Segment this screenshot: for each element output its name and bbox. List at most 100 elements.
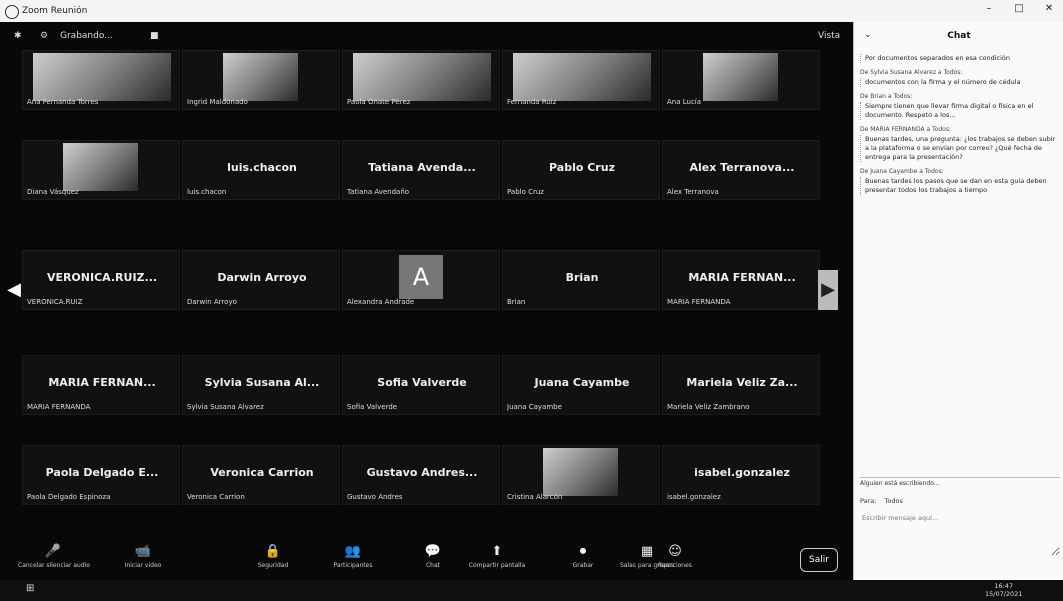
participant-tile[interactable]: luis.chacon luis.chacon xyxy=(182,140,340,200)
toolbar-icon: 👥 xyxy=(344,544,362,559)
participant-caption: luis.chacon xyxy=(187,188,227,196)
chat-panel: ⌄ Chat Por documentos separados en esa c… xyxy=(853,22,1063,580)
participant-caption: Paola Oñate Pérez xyxy=(347,98,411,106)
windows-start-icon[interactable]: ⊞ xyxy=(26,583,34,594)
chat-messages: Por documentos separados en esa condició… xyxy=(860,52,1056,201)
participant-tile[interactable]: Veronica Carrion Veronica Carrion xyxy=(182,445,340,505)
participant-tile[interactable]: Juana Cayambe Juana Cayambe xyxy=(502,355,660,415)
clock-time: 16:47 xyxy=(994,582,1014,590)
toolbar-label: Reacciones xyxy=(658,562,692,569)
participant-name: Gustavo Andres... xyxy=(366,466,478,479)
participant-caption: Pablo Cruz xyxy=(507,188,544,196)
chat-message-sender: De Sylvia Susana Alvarez a Todos: xyxy=(860,69,963,76)
chat-message: De Brian a Todos: Siempre tienen que llev… xyxy=(860,93,1056,120)
participant-tile[interactable]: Tatiana Avenda... Tatiana Avendaño xyxy=(342,140,500,200)
participant-name: Paola Delgado E... xyxy=(45,466,159,479)
recipient-select[interactable]: Todos xyxy=(885,497,903,505)
typing-indicator: Alguien está escribiendo... xyxy=(860,477,1060,487)
taskbar: ⊞ 16:47 15/07/2021 xyxy=(0,580,1063,601)
participant-name: MARIA FERNAN... xyxy=(688,271,796,284)
participant-caption: Diana Vásquez xyxy=(27,188,79,196)
recording-status: Grabando... xyxy=(60,31,113,41)
close-button[interactable]: ✕ xyxy=(1035,3,1063,19)
toolbar-icon: 🎤 xyxy=(44,544,62,559)
toolbar-icon: ⬆ xyxy=(491,544,503,559)
participant-tile[interactable]: A Alexandra Andrade xyxy=(342,250,500,310)
window-title: Zoom Reunión xyxy=(22,6,88,16)
gear-icon[interactable]: ⚙ xyxy=(40,31,48,41)
toolbar-button[interactable]: 💬 Chat xyxy=(398,542,468,578)
next-page-arrow-icon[interactable]: ▶ xyxy=(818,270,838,310)
participant-name: Veronica Carrion xyxy=(210,466,314,479)
participant-tile[interactable]: Alex Terranova... Alex Terranova xyxy=(662,140,820,200)
participant-name: Sofia Valverde xyxy=(377,376,467,389)
participant-tile[interactable]: Gustavo Andres... Gustavo Andres xyxy=(342,445,500,505)
chat-message-text: documentos con la firma y el número de c… xyxy=(860,78,1056,87)
minimize-button[interactable]: – xyxy=(975,3,1003,19)
view-button[interactable]: Vista xyxy=(818,31,840,41)
participant-tile[interactable]: MARIA FERNAN... MARIA FERNANDA xyxy=(22,355,180,415)
participant-video xyxy=(543,448,618,496)
participant-avatar: A xyxy=(399,255,443,299)
participant-tile[interactable]: MARIA FERNAN... MARIA FERNANDA xyxy=(662,250,820,310)
recipient-label: Para: xyxy=(860,497,877,505)
participant-tile[interactable]: isabel.gonzalez isabel.gonzalez xyxy=(662,445,820,505)
participant-tile[interactable]: Cristina Alarcón xyxy=(502,445,660,505)
zoom-logo-icon xyxy=(5,5,19,19)
participant-caption: Mariela Veliz Zambrano xyxy=(667,403,750,411)
participant-tile[interactable]: Pablo Cruz Pablo Cruz xyxy=(502,140,660,200)
maximize-button[interactable]: □ xyxy=(1005,3,1033,19)
previous-page-arrow-icon[interactable]: ◀ xyxy=(4,270,24,310)
toolbar-button[interactable]: 📹 Iniciar video xyxy=(108,542,178,578)
toolbar-icon: ☺ xyxy=(668,544,682,559)
toolbar-button[interactable]: 🎤 Cancelar silenciar audio xyxy=(18,542,90,578)
chat-message: De Juana Cayambe a Todos: Buenas tardes l… xyxy=(860,168,1056,195)
chat-message-sender: De Brian a Todos: xyxy=(860,93,913,100)
participant-tile[interactable]: Sofia Valverde Sofia Valverde xyxy=(342,355,500,415)
participant-tile[interactable]: Ana Fernanda Torres xyxy=(22,50,180,110)
participant-caption: Darwin Arroyo xyxy=(187,298,237,306)
participant-caption: Ana Lucía xyxy=(667,98,702,106)
toolbar-button[interactable]: ⬆ Compartir pantalla xyxy=(462,542,532,578)
participant-caption: MARIA FERNANDA xyxy=(27,403,91,411)
meeting-top-bar: ✱ ⚙ Grabando... ■ Vista xyxy=(0,22,853,52)
participant-tile[interactable]: Diana Vásquez xyxy=(22,140,180,200)
leave-meeting-button[interactable]: Salir xyxy=(800,548,838,572)
chat-message-text: Buenas tardes, una pregunta: ¿los trabaj… xyxy=(860,135,1056,162)
participant-tile[interactable]: Mariela Veliz Za... Mariela Veliz Zambran… xyxy=(662,355,820,415)
chat-title: Chat xyxy=(947,31,971,41)
participant-name: luis.chacon xyxy=(227,161,297,174)
participant-caption: Paola Delgado Espinoza xyxy=(27,493,111,501)
shield-icon[interactable]: ✱ xyxy=(14,31,22,41)
participant-video xyxy=(223,53,298,101)
participant-tile[interactable]: Paola Oñate Pérez xyxy=(342,50,500,110)
toolbar-button[interactable]: 👥 Participantes xyxy=(318,542,388,578)
participant-caption: Alex Terranova xyxy=(667,188,719,196)
participant-tile[interactable]: Sylvia Susana Al... Sylvia Susana Alvarez xyxy=(182,355,340,415)
participant-tile[interactable]: Brian Brian xyxy=(502,250,660,310)
toolbar-label: Cancelar silenciar audio xyxy=(18,562,90,569)
participant-caption: VERONICA.RUIZ xyxy=(27,298,83,306)
participant-tile[interactable]: Darwin Arroyo Darwin Arroyo xyxy=(182,250,340,310)
participant-tile[interactable]: Ingrid Maldonado xyxy=(182,50,340,110)
toolbar-button[interactable]: ☺ Reacciones xyxy=(640,542,710,578)
participant-video xyxy=(33,53,171,101)
participant-caption: Sofia Valverde xyxy=(347,403,398,411)
stop-recording-icon[interactable]: ■ xyxy=(150,31,159,41)
participant-caption: Gustavo Andres xyxy=(347,493,403,501)
participant-name: Tatiana Avenda... xyxy=(368,161,476,174)
participant-tile[interactable]: VERONICA.RUIZ... VERONICA.RUIZ xyxy=(22,250,180,310)
chat-input[interactable] xyxy=(860,512,1060,556)
participant-tile[interactable]: Paola Delgado E... Paola Delgado Espinoza xyxy=(22,445,180,505)
participant-caption: Ana Fernanda Torres xyxy=(27,98,99,106)
toolbar-button[interactable]: ⏺ Grabar xyxy=(548,542,618,578)
toolbar-label: Iniciar video xyxy=(124,562,162,569)
title-bar: Zoom Reunión – □ ✕ xyxy=(0,0,1063,23)
participant-caption: Juana Cayambe xyxy=(507,403,562,411)
participant-name: Mariela Veliz Za... xyxy=(686,376,798,389)
toolbar-button[interactable]: 🔒 Seguridad xyxy=(238,542,308,578)
toolbar-icon: 📹 xyxy=(134,544,152,559)
participant-tile[interactable]: Ana Lucía xyxy=(662,50,820,110)
participant-name: MARIA FERNAN... xyxy=(48,376,156,389)
participant-tile[interactable]: Fernanda Ruiz xyxy=(502,50,660,110)
